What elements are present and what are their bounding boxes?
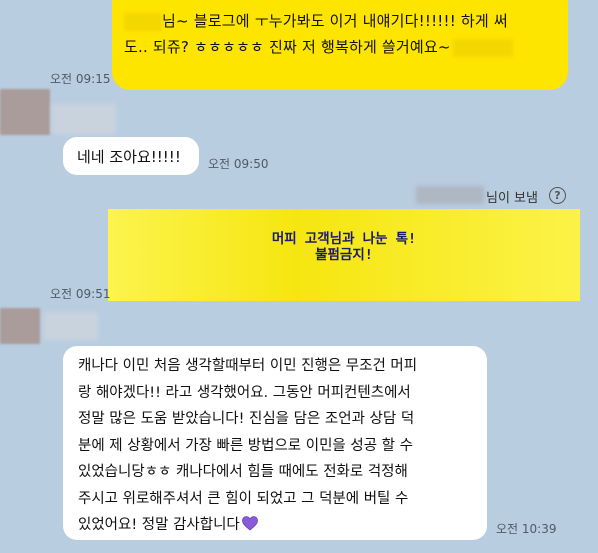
shared-post-card[interactable]: 머피 고객님과 나눈 톡! 불펌금지! <box>108 209 580 301</box>
message-time: 오전 10:39 <box>496 522 557 536</box>
sender-label: 님이 보냄 <box>486 191 538 206</box>
help-icon[interactable]: ? <box>549 187 566 204</box>
redacted-name <box>452 38 513 57</box>
banner-title: 머피 고객님과 나눈 톡! 불펌금지! <box>271 231 417 263</box>
sender-name <box>44 312 98 340</box>
outgoing-line-2: 도.. 되쥬? ㅎㅎㅎㅎㅎ 진짜 저 행복하게 쓸거예요~ <box>124 34 552 60</box>
sender-name <box>52 104 116 134</box>
outgoing-message-bubble[interactable]: 님~ 블로그에 ㅜ누가봐도 이거 내얘기다!!!!!! 하게 써 도.. 되쥬?… <box>112 0 568 90</box>
avatar[interactable] <box>0 89 50 135</box>
message-time: 오전 09:51 <box>50 287 111 301</box>
avatar[interactable] <box>0 308 40 344</box>
incoming-message-bubble[interactable]: 캐나다 이민 처음 생각할때부터 이민 진행은 무조건 머피 랑 해야겠다!! … <box>63 346 487 540</box>
incoming-message-bubble[interactable]: 네네 조아요!!!!! <box>63 137 199 175</box>
last-line: 있었어요! 정말 감사합니다 <box>78 512 479 539</box>
redacted-name <box>124 12 162 31</box>
outgoing-line-1: 님~ 블로그에 ㅜ누가봐도 이거 내얘기다!!!!!! 하게 써 <box>124 8 552 34</box>
redacted-sender <box>416 186 484 204</box>
message-time: 오전 09:50 <box>208 157 269 171</box>
message-time: 오전 09:15 <box>50 72 111 86</box>
purple-heart-icon <box>241 516 258 531</box>
chat-room: 님~ 블로그에 ㅜ누가봐도 이거 내얘기다!!!!!! 하게 써 도.. 되쥬?… <box>0 0 598 553</box>
